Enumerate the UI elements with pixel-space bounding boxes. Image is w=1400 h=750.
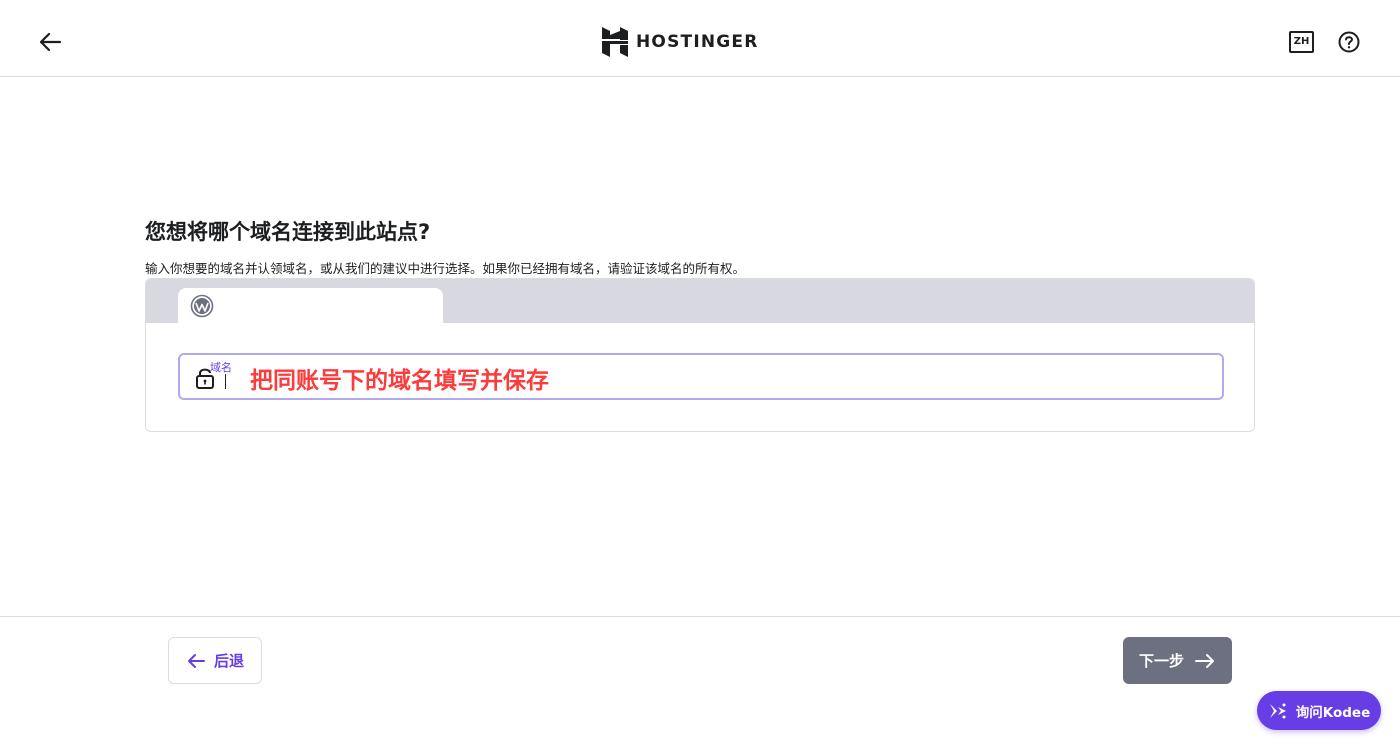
help-icon[interactable] <box>1338 31 1360 53</box>
ask-kodee-button[interactable]: 询问Kodee <box>1257 691 1381 730</box>
hostinger-logo[interactable]: HOSTINGER <box>602 27 759 57</box>
page-subtitle: 输入你想要的域名并认领域名，或从我们的建议中进行选择。如果你已经拥有域名，请验证… <box>145 261 746 276</box>
domain-field-label: 域名 <box>210 361 232 374</box>
hostinger-logo-icon <box>602 27 628 57</box>
back-button[interactable]: 后退 <box>168 637 262 684</box>
brand-name: HOSTINGER <box>636 32 759 52</box>
kodee-sparkle-icon <box>1269 703 1286 718</box>
arrow-right-icon <box>1195 653 1214 668</box>
domain-input[interactable]: 域名 把同账号下的域名填写并保存 <box>178 353 1224 400</box>
domain-card: 域名 把同账号下的域名填写并保存 <box>145 278 1255 432</box>
arrow-left-icon <box>187 653 205 668</box>
language-switcher-button[interactable]: ZH <box>1289 31 1314 53</box>
tab-wordpress-site[interactable] <box>178 288 443 323</box>
page-title: 您想将哪个域名连接到此站点? <box>145 220 431 244</box>
back-arrow-icon[interactable] <box>36 28 64 56</box>
text-caret <box>225 374 226 389</box>
back-button-label: 后退 <box>213 652 244 670</box>
next-button-label: 下一步 <box>1138 652 1184 670</box>
top-header: HOSTINGER ZH <box>0 0 1400 77</box>
website-tabbar <box>146 279 1254 323</box>
red-annotation-text: 把同账号下的域名填写并保存 <box>250 368 549 394</box>
next-button[interactable]: 下一步 <box>1123 637 1232 684</box>
ask-kodee-label: 询问Kodee <box>1295 704 1371 721</box>
wordpress-icon <box>190 294 214 318</box>
footer-bar: 后退 下一步 <box>0 616 1400 750</box>
